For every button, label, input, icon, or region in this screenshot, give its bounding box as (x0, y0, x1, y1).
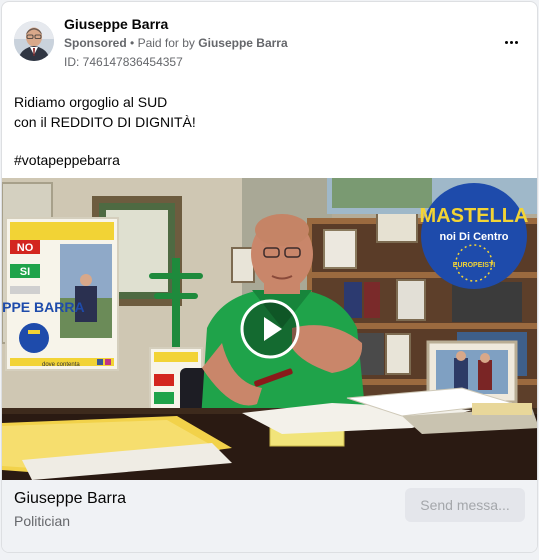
campaign-poster: NO SI PEPPE BARRA dove contenta (2, 217, 119, 371)
post-text-line-2: con il REDDITO DI DIGNITÀ! (14, 114, 196, 130)
post-text: Ridiamo orgoglio al SUD con il REDDITO D… (14, 92, 196, 132)
poster-footer-text: dove contenta (42, 362, 80, 368)
poster-name: PEPPE BARRA (2, 299, 85, 315)
mastella-subtitle: noi Di Centro (439, 231, 508, 243)
paid-for-prefix: Paid for by (137, 36, 195, 50)
ad-id: ID: 746147836454357 (64, 55, 183, 69)
footer-category: Politician (14, 513, 71, 529)
ad-card: Giuseppe Barra Sponsored • Paid for by G… (1, 1, 538, 553)
video-player[interactable]: NO SI PEPPE BARRA dove contenta (2, 178, 537, 480)
play-icon[interactable] (240, 299, 300, 359)
post-text-line-1: Ridiamo orgoglio al SUD (14, 94, 168, 110)
meta-separator: • (130, 36, 135, 50)
hashtag[interactable]: #votapeppebarra (14, 152, 120, 168)
mastella-title: MASTELLA (420, 205, 529, 227)
author-name[interactable]: Giuseppe Barra (64, 16, 168, 32)
poster-si-badge: SI (20, 266, 30, 278)
sponsored-line: Sponsored • Paid for by Giuseppe Barra (64, 36, 288, 50)
mastella-badge: EUROPEISTI (453, 262, 495, 269)
cta-footer: Giuseppe Barra Politician Send messa... (2, 480, 537, 552)
sponsored-label: Sponsored (64, 36, 127, 50)
poster-no-badge: NO (17, 242, 34, 254)
post-header: Giuseppe Barra Sponsored • Paid for by G… (2, 2, 537, 82)
paid-for-name: Giuseppe Barra (198, 36, 288, 50)
send-message-button[interactable]: Send messa... (405, 488, 525, 522)
avatar[interactable] (14, 21, 54, 61)
more-options-icon[interactable] (499, 30, 523, 54)
footer-page-name[interactable]: Giuseppe Barra (14, 490, 126, 508)
